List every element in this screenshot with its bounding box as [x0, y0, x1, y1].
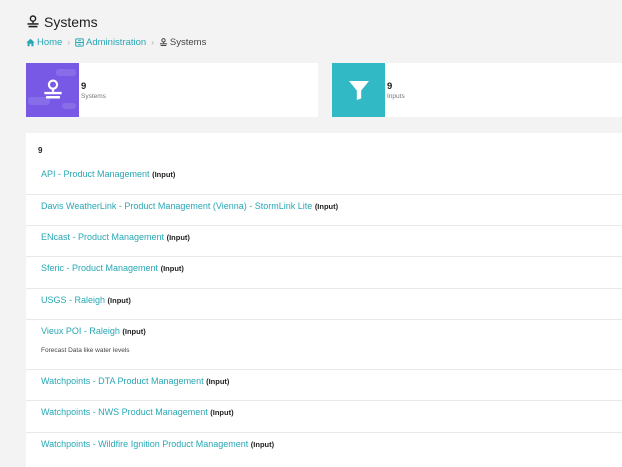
page-header: Systems Home › Administration › Systems — [26, 14, 206, 48]
systems-stat-icon-box — [26, 63, 79, 117]
system-type-tag: (Input) — [250, 440, 275, 449]
system-type-tag: (Input) — [122, 327, 146, 336]
breadcrumb-administration[interactable]: Administration — [75, 37, 146, 48]
inputs-stat-icon-box — [332, 63, 385, 117]
system-type-tag: (Input) — [107, 296, 131, 305]
inputs-stat-card[interactable]: 9 Inputs — [332, 63, 622, 117]
breadcrumb-systems: Systems — [159, 37, 206, 48]
list-item[interactable]: Vieux POI - Raleigh (Input) Forecast Dat… — [26, 320, 622, 370]
systems-list-panel: 9 API - Product Management (Input) Davis… — [26, 133, 622, 467]
system-type-tag: (Input) — [210, 408, 234, 417]
systems-icon — [159, 38, 167, 47]
system-link[interactable]: Watchpoints - Wildfire Ignition Product … — [41, 439, 248, 449]
systems-label: Systems — [81, 93, 106, 100]
list-item[interactable]: Watchpoints - NWS Product Management (In… — [26, 401, 622, 433]
list-item[interactable]: Sferic - Product Management (Input) — [26, 257, 622, 289]
list-item[interactable]: Watchpoints - DTA Product Management (In… — [26, 370, 622, 401]
list-item[interactable]: Watchpoints - Wildfire Ignition Product … — [26, 433, 622, 465]
list-count: 9 — [38, 146, 43, 155]
inputs-label: Inputs — [387, 93, 405, 100]
system-type-tag: (Input) — [160, 264, 184, 273]
chevron-right-icon: › — [67, 38, 71, 47]
breadcrumb: Home › Administration › Systems — [26, 37, 206, 48]
list-item[interactable]: Davis WeatherLink - Product Management (… — [26, 195, 622, 226]
administration-icon — [75, 38, 84, 47]
page-title-text: Systems — [44, 14, 98, 30]
system-link[interactable]: API - Product Management — [41, 169, 150, 179]
list-item[interactable]: API - Product Management (Input) — [26, 163, 622, 195]
system-type-tag: (Input) — [152, 170, 176, 179]
inputs-count: 9 — [387, 81, 393, 92]
list-item[interactable]: USGS - Raleigh (Input) — [26, 289, 622, 320]
filter-icon — [348, 81, 369, 100]
system-type-tag: (Input) — [206, 377, 230, 386]
page-title: Systems — [26, 14, 206, 30]
system-link[interactable]: Sferic - Product Management — [41, 263, 158, 273]
chevron-right-icon: › — [151, 38, 154, 47]
breadcrumb-home[interactable]: Home — [26, 37, 62, 48]
system-link[interactable]: Watchpoints - NWS Product Management — [41, 407, 208, 417]
system-description: Forecast Data like water levels — [41, 347, 130, 354]
system-link[interactable]: USGS - Raleigh — [41, 295, 105, 305]
systems-count: 9 — [81, 81, 87, 92]
system-type-tag: (Input) — [166, 233, 190, 242]
systems-stat-card[interactable]: 9 Systems — [26, 63, 318, 117]
system-link[interactable]: Vieux POI - Raleigh — [41, 326, 120, 336]
system-type-tag: (Input) — [314, 202, 339, 211]
list-item[interactable]: ENcast - Product Management (Input) — [26, 226, 622, 257]
system-link[interactable]: Watchpoints - DTA Product Management — [41, 376, 204, 386]
system-link[interactable]: ENcast - Product Management — [41, 232, 164, 242]
systems-icon — [27, 15, 39, 28]
system-link[interactable]: Davis WeatherLink - Product Management (… — [41, 201, 312, 211]
home-icon — [26, 38, 35, 47]
